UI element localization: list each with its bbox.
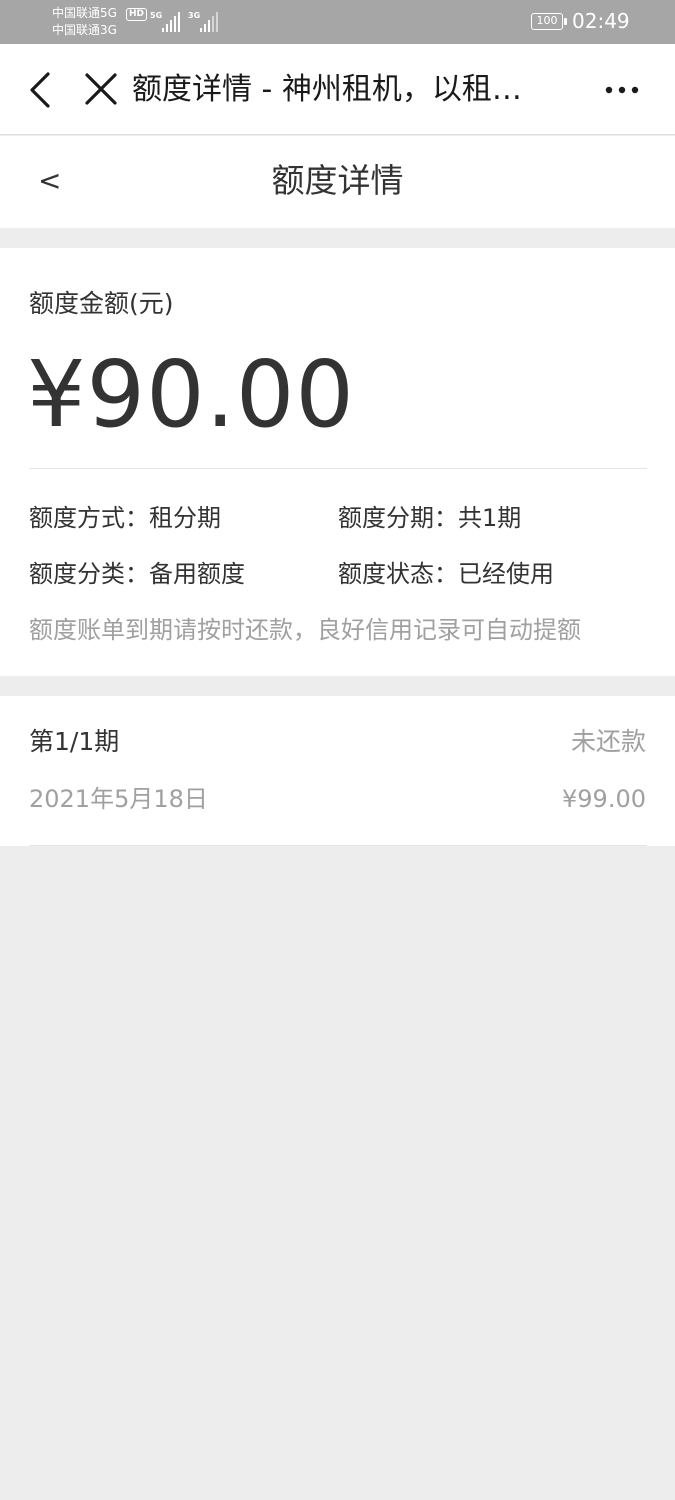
installment-period: 第1/1期 [29, 727, 120, 756]
hd-badge: HD [126, 8, 148, 21]
signal-5g-icon: 5G [150, 12, 180, 32]
quota-installments: 额度分期：共1期 [338, 504, 522, 532]
status-bar: 中国联通5G 中国联通3G HD 5G 3G 100 02:49 [0, 0, 675, 44]
signal-3g-icon: 3G [188, 12, 218, 32]
quota-card: 额度金额(元) ¥90.00 额度方式：租分期 额度分期：共1期 额度分类：备用… [0, 248, 675, 676]
installment-amount: ¥99.00 [562, 785, 646, 813]
carrier-info: 中国联通5G 中国联通3G [52, 5, 117, 39]
quota-status: 额度状态：已经使用 [338, 560, 554, 588]
page-header: 额度详情 < [0, 136, 675, 228]
amount-label: 额度金额(元) [29, 289, 174, 318]
battery-icon: 100 [531, 13, 567, 30]
chevron-left-icon[interactable] [26, 70, 56, 110]
divider [29, 468, 647, 469]
signal-2-label: 3G [188, 11, 201, 20]
divider [29, 845, 647, 846]
quota-category: 额度分类：备用额度 [29, 560, 245, 588]
installment-status: 未还款 [570, 727, 646, 756]
carrier-1: 中国联通5G [52, 6, 117, 20]
back-button[interactable]: < [38, 156, 61, 206]
close-icon[interactable] [84, 72, 118, 106]
quota-mode: 额度方式：租分期 [29, 504, 221, 532]
repayment-note: 额度账单到期请按时还款，良好信用记录可自动提额 [29, 616, 581, 644]
signal-1-label: 5G [150, 11, 163, 20]
browser-header: 额度详情 - 神州租机，以租… [0, 44, 675, 135]
browser-title: 额度详情 - 神州租机，以租… [132, 72, 522, 107]
quota-amount: ¥90.00 [27, 341, 355, 448]
installment-date: 2021年5月18日 [29, 785, 208, 813]
page-title: 额度详情 [271, 161, 404, 200]
clock: 02:49 [572, 9, 630, 33]
installment-item[interactable]: 第1/1期 未还款 2021年5月18日 ¥99.00 [0, 696, 675, 846]
carrier-2: 中国联通3G [52, 23, 117, 37]
more-horizontal-icon[interactable] [603, 80, 643, 100]
